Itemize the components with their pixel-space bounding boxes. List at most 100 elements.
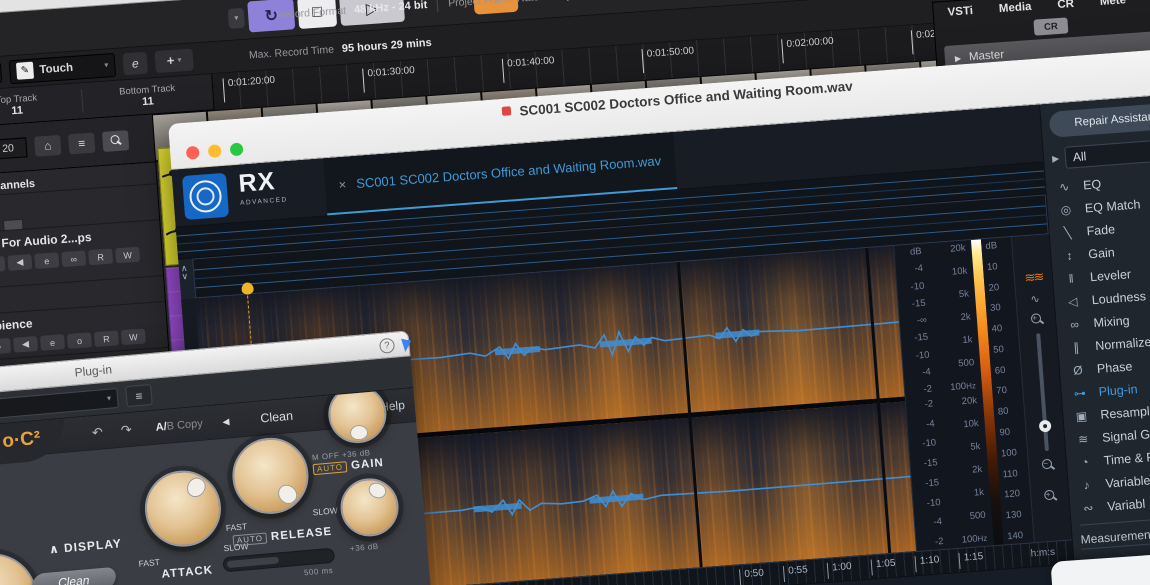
ruler-tick: 0:01:30:00 [362, 65, 416, 93]
preview-play-icon[interactable]: ▶ [1052, 153, 1060, 164]
cr-button[interactable]: CR [1033, 17, 1068, 35]
tab-vsti[interactable]: VSTi [947, 5, 973, 19]
read-icon[interactable]: R [94, 330, 119, 347]
resample-icon: ▣ [1071, 408, 1092, 423]
undo-icon[interactable]: ↶ [91, 424, 103, 441]
record-format-label: Record Format [276, 5, 347, 22]
clock-icon: ◔ [1074, 454, 1095, 469]
collapse-icon[interactable]: ∧∨ [181, 264, 189, 280]
chevron-down-icon: ▾ [177, 55, 182, 64]
transport-dropdown-icon[interactable]: ▾ [228, 7, 245, 28]
plugin-menu-icon[interactable]: ≡ [125, 384, 153, 407]
tab-meters[interactable]: Mete [1099, 0, 1126, 8]
help-icon[interactable]: ? [379, 338, 395, 354]
gain-icon: ↕ [1059, 248, 1080, 263]
rx-logo-icon [182, 172, 229, 219]
frame-rate-value: 24 fps [547, 0, 580, 3]
monitor-icon[interactable]: ◀ [13, 336, 38, 353]
automation-icon: ✎ [16, 62, 34, 80]
release-fast-label: FAST [225, 521, 247, 533]
chevron-down-icon: ▾ [104, 60, 109, 69]
close-icon[interactable] [186, 146, 200, 160]
zoom-icon[interactable] [230, 142, 244, 156]
frame-rate-label: Project Frame Rate [448, 0, 540, 10]
release-ms-value: 500 ms [304, 566, 334, 578]
phase-icon: Ø [1068, 362, 1089, 377]
expand-arrow-icon: ▶ [955, 53, 962, 62]
spectrogram-settings-icon[interactable]: ≋≋ [1024, 269, 1043, 286]
record-enable-icon[interactable]: ● [0, 338, 11, 355]
loudness-icon: ◁ [1062, 293, 1083, 308]
eq-icon: ∿ [1054, 179, 1075, 194]
screenshot-root: ▾ ↻ □ ▷ Project Pa Record Format 48 kHz … [0, 0, 1150, 585]
fade-icon: ╲ [1057, 225, 1078, 240]
pitch-icon: ♪ [1076, 477, 1097, 492]
normalize-icon: ∥ [1066, 339, 1087, 354]
leveler-icon: ‖ [1061, 270, 1082, 285]
release-knob[interactable] [229, 435, 311, 517]
track-counter: 20 / 20 [0, 137, 28, 161]
ruler-tick: 0:01:20:00 [223, 75, 277, 103]
video-lock-icon[interactable] [3, 219, 24, 231]
minimize-icon[interactable] [208, 144, 222, 158]
mixing-icon: ∞ [1064, 316, 1085, 331]
record-enable-icon[interactable]: ● [0, 256, 5, 273]
prev-preset-icon[interactable]: ◀ [222, 416, 230, 428]
monitor-icon[interactable]: ◀ [7, 254, 32, 271]
repair-assistant-button[interactable]: Repair Assistant [1049, 102, 1150, 138]
time-unit-label: h:m:s [1030, 547, 1055, 560]
attack-knob[interactable] [142, 467, 224, 549]
release-slow-label: SLOW [312, 505, 338, 517]
plugin-window: Plug-in ? ▾ ≡ o·C² ↶ ↷ A/B Copy ◀ Clean … [0, 330, 435, 585]
search-icon[interactable] [102, 130, 129, 152]
ruler-tick: 0:01:50:00 [641, 46, 695, 74]
read-automation-button[interactable]: A [0, 62, 2, 84]
plug-icon: ⊶ [1069, 385, 1090, 400]
plugin-window-title: Plug-in [74, 362, 112, 379]
chevron-down-icon: ▾ [107, 394, 112, 403]
attack-label: ATTACK [161, 564, 213, 580]
time-icon: ∾ [1078, 500, 1099, 515]
modified-dot-icon [502, 106, 512, 116]
release-label: AUTO RELEASE [232, 526, 332, 547]
ruler-tick: 0:01:40:00 [502, 55, 556, 83]
zoom-in-icon[interactable]: + [1042, 488, 1057, 503]
module-filter-select[interactable]: All▾ [1064, 138, 1150, 169]
zoom-in-icon[interactable]: + [1029, 312, 1044, 327]
gain-knob[interactable] [338, 476, 401, 539]
ab-copy-button[interactable]: A/B Copy [155, 418, 203, 434]
rx-app-name: RXADVANCED [238, 170, 289, 213]
fabfilter-ui: o·C² ↶ ↷ A/B Copy ◀ Clean ▶ Help ∞:1 RAT… [0, 388, 435, 585]
slider-handle[interactable] [1038, 420, 1051, 433]
bypass-icon[interactable]: ∞ [61, 250, 86, 267]
redo-icon[interactable]: ↷ [120, 422, 132, 439]
ruler-tick: 0:02:00:00 [781, 36, 835, 64]
zoom-out-icon[interactable]: − [1040, 458, 1055, 473]
edit-button[interactable]: e [122, 51, 147, 75]
home-icon[interactable]: ⌂ [34, 134, 61, 156]
tab-cr[interactable]: CR [1057, 0, 1074, 11]
display-toggle[interactable]: ∧ DISPLAY [48, 536, 122, 556]
read-icon[interactable]: R [88, 249, 113, 266]
style-button[interactable]: Clean [31, 567, 117, 585]
write-icon[interactable]: W [121, 328, 146, 345]
fabfilter-logo: o·C² [0, 415, 68, 471]
attack-fast-label: FAST [138, 557, 160, 569]
waveform-view-icon[interactable]: ∿ [1030, 292, 1040, 306]
zoom-slider[interactable] [1036, 333, 1049, 451]
preset-name[interactable]: Clean [260, 409, 294, 426]
automation-mode-select[interactable]: ✎ Touch ▾ [9, 52, 116, 83]
gain-meta: +36 dB [350, 542, 379, 553]
edit-channel-icon[interactable]: e [34, 252, 59, 269]
tab-media[interactable]: Media [999, 1, 1032, 15]
edit-channel-icon[interactable]: e [40, 334, 65, 351]
signal-generator-icon: ≋ [1073, 431, 1094, 446]
eq-match-icon: ◎ [1055, 202, 1076, 217]
auto-gain-knob[interactable] [326, 388, 389, 445]
write-icon[interactable]: W [115, 247, 140, 264]
bypass-icon[interactable]: o [67, 332, 92, 349]
track-list-icon[interactable]: ≡ [68, 132, 95, 154]
autoscroll-button[interactable]: +▾ [154, 48, 193, 73]
max-record-time-value: 95 hours 29 mins [342, 36, 432, 54]
close-tab-icon[interactable]: × [338, 177, 347, 193]
